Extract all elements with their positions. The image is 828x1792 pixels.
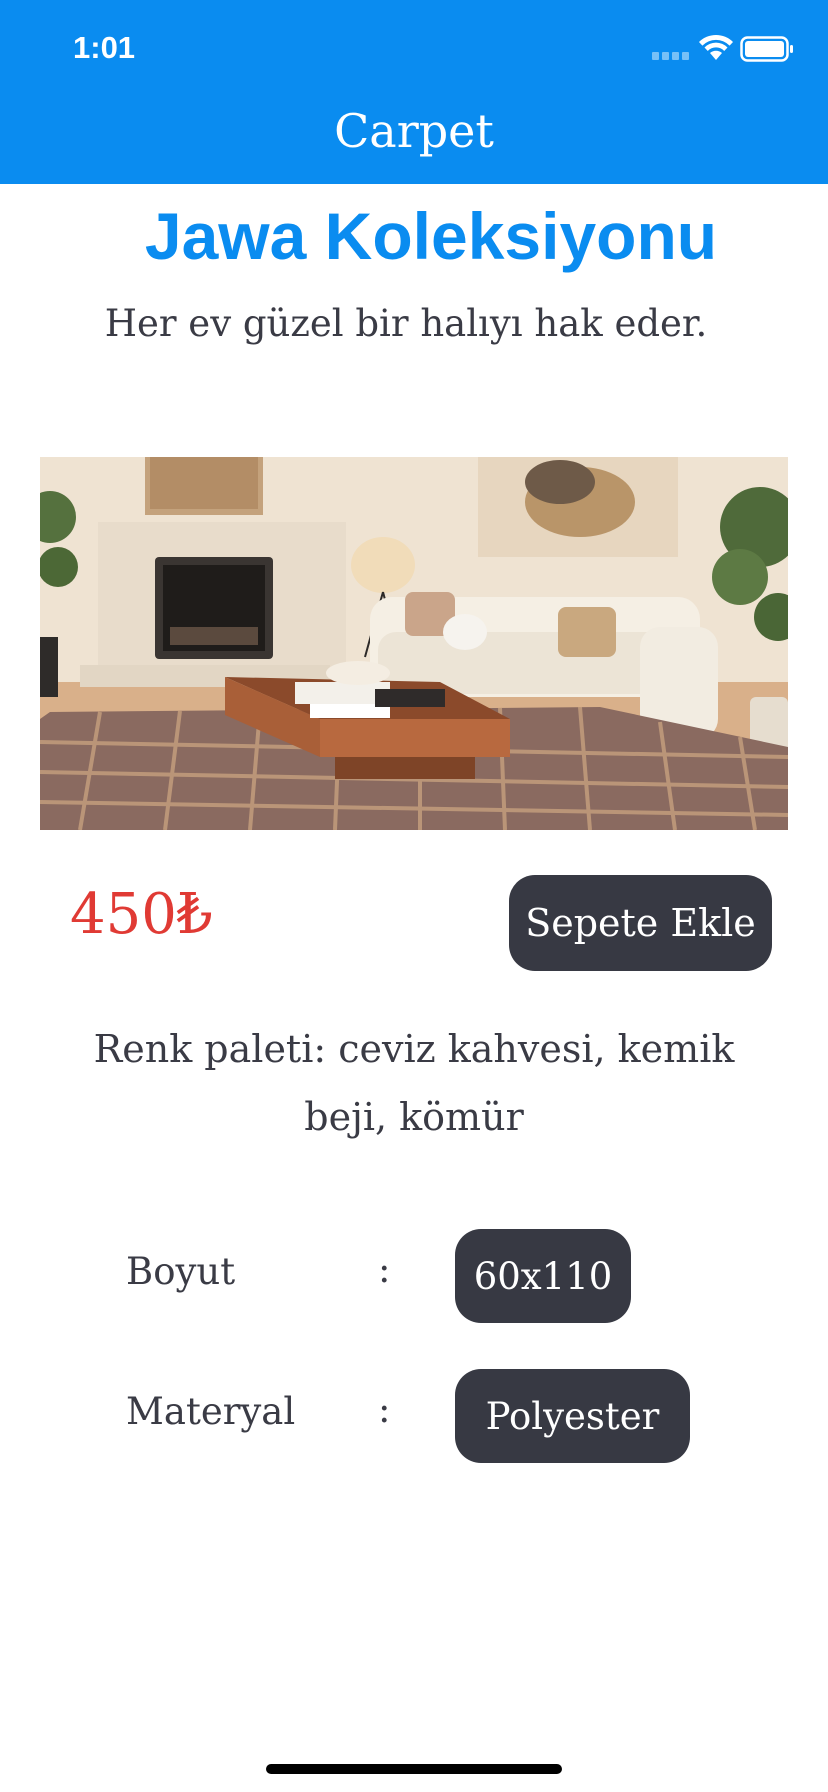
cellular-signal-icon <box>652 52 690 60</box>
spec-separator-size: : <box>378 1248 391 1291</box>
navigation-header: 1:01 Carpet <box>0 0 828 184</box>
collection-title: Jawa Koleksiyonu <box>144 199 718 273</box>
size-chip[interactable]: 60x110 <box>455 1229 631 1323</box>
spec-separator-material: : <box>378 1388 391 1431</box>
nav-title: Carpet <box>334 104 494 158</box>
carpet-product-image <box>40 457 788 830</box>
battery-icon <box>740 36 793 62</box>
material-chip[interactable]: Polyester <box>455 1369 690 1463</box>
status-time: 1:01 <box>73 30 136 65</box>
wifi-icon <box>699 34 733 60</box>
tagline: Her ev güzel bir halıyı hak eder. <box>104 302 708 345</box>
add-to-cart-button[interactable]: Sepete Ekle <box>509 875 772 971</box>
color-palette-text: Renk paleti: ceviz kahvesi, kemik beji, … <box>93 1027 735 1139</box>
spec-label-size: Boyut <box>126 1250 236 1293</box>
product-price: 450₺ <box>70 882 213 947</box>
spec-label-material: Materyal <box>126 1390 296 1433</box>
home-indicator[interactable] <box>266 1764 562 1774</box>
